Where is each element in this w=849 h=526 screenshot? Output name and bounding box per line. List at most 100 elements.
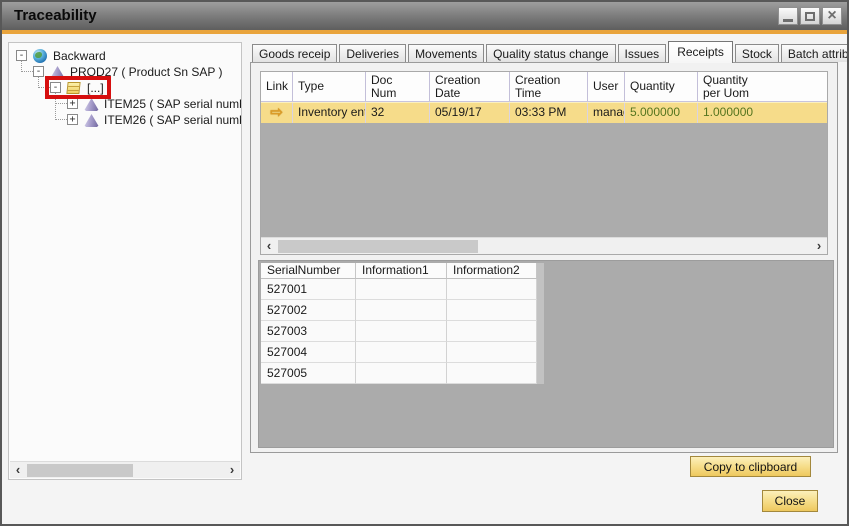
- serials-area: SerialNumber Information1 Information2 5…: [258, 260, 834, 448]
- notes-icon: [66, 82, 80, 94]
- cell-user: manager: [588, 103, 625, 123]
- tab-receipts[interactable]: Receipts: [668, 41, 733, 63]
- tree-node-item26[interactable]: + ITEM26 ( SAP serial numbe: [9, 112, 241, 128]
- cell-serial: 527005: [261, 363, 356, 384]
- receipts-grid-header: Link Type Doc Num Creation Date Creation…: [261, 72, 827, 102]
- col-header-creation-time: Creation Time: [510, 72, 588, 101]
- collapse-icon[interactable]: -: [50, 82, 61, 93]
- minimize-icon: [783, 19, 793, 22]
- serial-row[interactable]: 527004: [261, 342, 537, 363]
- cell-type: Inventory enter: [293, 103, 366, 123]
- tab-stock[interactable]: Stock: [735, 44, 779, 62]
- serials-grid: SerialNumber Information1 Information2 5…: [261, 263, 537, 384]
- scrollbar-thumb[interactable]: [27, 464, 133, 477]
- tab-deliveries[interactable]: Deliveries: [339, 44, 406, 62]
- tree-node-label: Backward: [53, 48, 106, 64]
- grid-empty-area: [261, 123, 827, 238]
- tree-horizontal-scrollbar[interactable]: [10, 461, 240, 478]
- accent-bar: [2, 30, 847, 34]
- scroll-left-icon[interactable]: [10, 462, 26, 478]
- col-header-link: Link: [261, 72, 293, 101]
- tab-batch-attribute[interactable]: Batch attribute: [781, 44, 849, 62]
- close-icon: [827, 9, 836, 23]
- tree-node-item25[interactable]: + ITEM25 ( SAP serial numbe: [9, 96, 241, 112]
- maximize-icon: [805, 12, 815, 21]
- tree-node-label: [...]: [87, 80, 104, 96]
- serial-row[interactable]: 527001: [261, 279, 537, 300]
- receipt-row[interactable]: Inventory enter 32 05/19/17 03:33 PM man…: [261, 102, 827, 123]
- col-header-quantity: Quantity: [625, 72, 698, 101]
- copy-to-clipboard-button[interactable]: Copy to clipboard: [690, 456, 811, 477]
- tab-quality-status-change[interactable]: Quality status change: [486, 44, 615, 62]
- cell-serial: 527001: [261, 279, 356, 300]
- tree-node-prod27[interactable]: - PROD27 ( Product Sn SAP ): [9, 64, 241, 80]
- tree-node-label: ITEM25 ( SAP serial numbe: [104, 96, 242, 112]
- cell-info1: [356, 300, 447, 321]
- link-arrow-icon[interactable]: [270, 103, 283, 123]
- cone-icon: [84, 114, 99, 127]
- window-controls: [778, 7, 842, 25]
- cell-info2: [447, 363, 537, 384]
- cell-info2: [447, 300, 537, 321]
- tree-node-label: PROD27 ( Product Sn SAP ): [70, 64, 223, 80]
- col-header-doc-num: Doc Num: [366, 72, 430, 101]
- cell-info2: [447, 321, 537, 342]
- col-header-creation-date: Creation Date: [430, 72, 510, 101]
- minimize-button[interactable]: [778, 7, 798, 25]
- cell-info2: [447, 279, 537, 300]
- cell-serial: 527002: [261, 300, 356, 321]
- scrollbar-thumb[interactable]: [278, 240, 478, 253]
- scroll-left-icon[interactable]: [261, 238, 277, 254]
- expand-icon[interactable]: +: [67, 114, 78, 125]
- serial-row[interactable]: 527005: [261, 363, 537, 384]
- col-header-information1: Information1: [356, 263, 447, 279]
- cell-link: [261, 103, 293, 123]
- tab-strip: Goods receip Deliveries Movements Qualit…: [252, 40, 849, 63]
- tree-node-label: ITEM26 ( SAP serial numbe: [104, 112, 242, 128]
- tab-goods-receipt[interactable]: Goods receip: [252, 44, 337, 62]
- expand-icon[interactable]: +: [67, 98, 78, 109]
- cell-info1: [356, 342, 447, 363]
- titlebar[interactable]: Traceability: [2, 2, 847, 30]
- cell-info1: [356, 279, 447, 300]
- maximize-button[interactable]: [800, 7, 820, 25]
- cell-doc-num: 32: [366, 103, 430, 123]
- collapse-icon[interactable]: -: [33, 66, 44, 77]
- col-header-user: User: [588, 72, 625, 101]
- tree-panel: - Backward - PROD27 ( Product Sn SAP ) -…: [8, 42, 242, 480]
- tree-node-batch[interactable]: - [...]: [9, 80, 241, 96]
- cell-quantity-per-uom: 1.000000: [698, 103, 827, 123]
- tab-issues[interactable]: Issues: [618, 44, 667, 62]
- cell-info1: [356, 321, 447, 342]
- col-header-type: Type: [293, 72, 366, 101]
- collapse-icon[interactable]: -: [16, 50, 27, 61]
- cell-info2: [447, 342, 537, 363]
- globe-icon: [33, 49, 47, 63]
- grid-horizontal-scrollbar[interactable]: [261, 237, 827, 254]
- col-header-information2: Information2: [447, 263, 537, 279]
- receipts-tab-panel: Link Type Doc Num Creation Date Creation…: [250, 62, 838, 453]
- serial-row[interactable]: 527003: [261, 321, 537, 342]
- col-header-serial-number: SerialNumber: [261, 263, 356, 279]
- serials-grid-header: SerialNumber Information1 Information2: [261, 263, 537, 279]
- scroll-right-icon[interactable]: [811, 238, 827, 254]
- cell-creation-date: 05/19/17: [430, 103, 510, 123]
- serial-row[interactable]: 527002: [261, 300, 537, 321]
- cone-icon: [50, 66, 65, 79]
- receipts-grid: Link Type Doc Num Creation Date Creation…: [260, 71, 828, 255]
- scroll-right-icon[interactable]: [224, 462, 240, 478]
- cone-icon: [84, 98, 99, 111]
- serials-grid-vertical-scrollbar[interactable]: [537, 263, 544, 384]
- tree-node-backward[interactable]: - Backward: [9, 48, 241, 64]
- cell-quantity: 5.000000: [625, 103, 698, 123]
- close-window-button[interactable]: [822, 7, 842, 25]
- cell-info1: [356, 363, 447, 384]
- cell-creation-time: 03:33 PM: [510, 103, 588, 123]
- traceability-window: Traceability - Backward - PROD27 ( Produ…: [0, 0, 849, 526]
- col-header-quantity-per-uom: Quantity per Uom: [698, 72, 827, 101]
- cell-serial: 527004: [261, 342, 356, 363]
- close-dialog-button[interactable]: Close: [762, 490, 818, 512]
- cell-serial: 527003: [261, 321, 356, 342]
- tab-movements[interactable]: Movements: [408, 44, 484, 62]
- window-title: Traceability: [14, 2, 97, 30]
